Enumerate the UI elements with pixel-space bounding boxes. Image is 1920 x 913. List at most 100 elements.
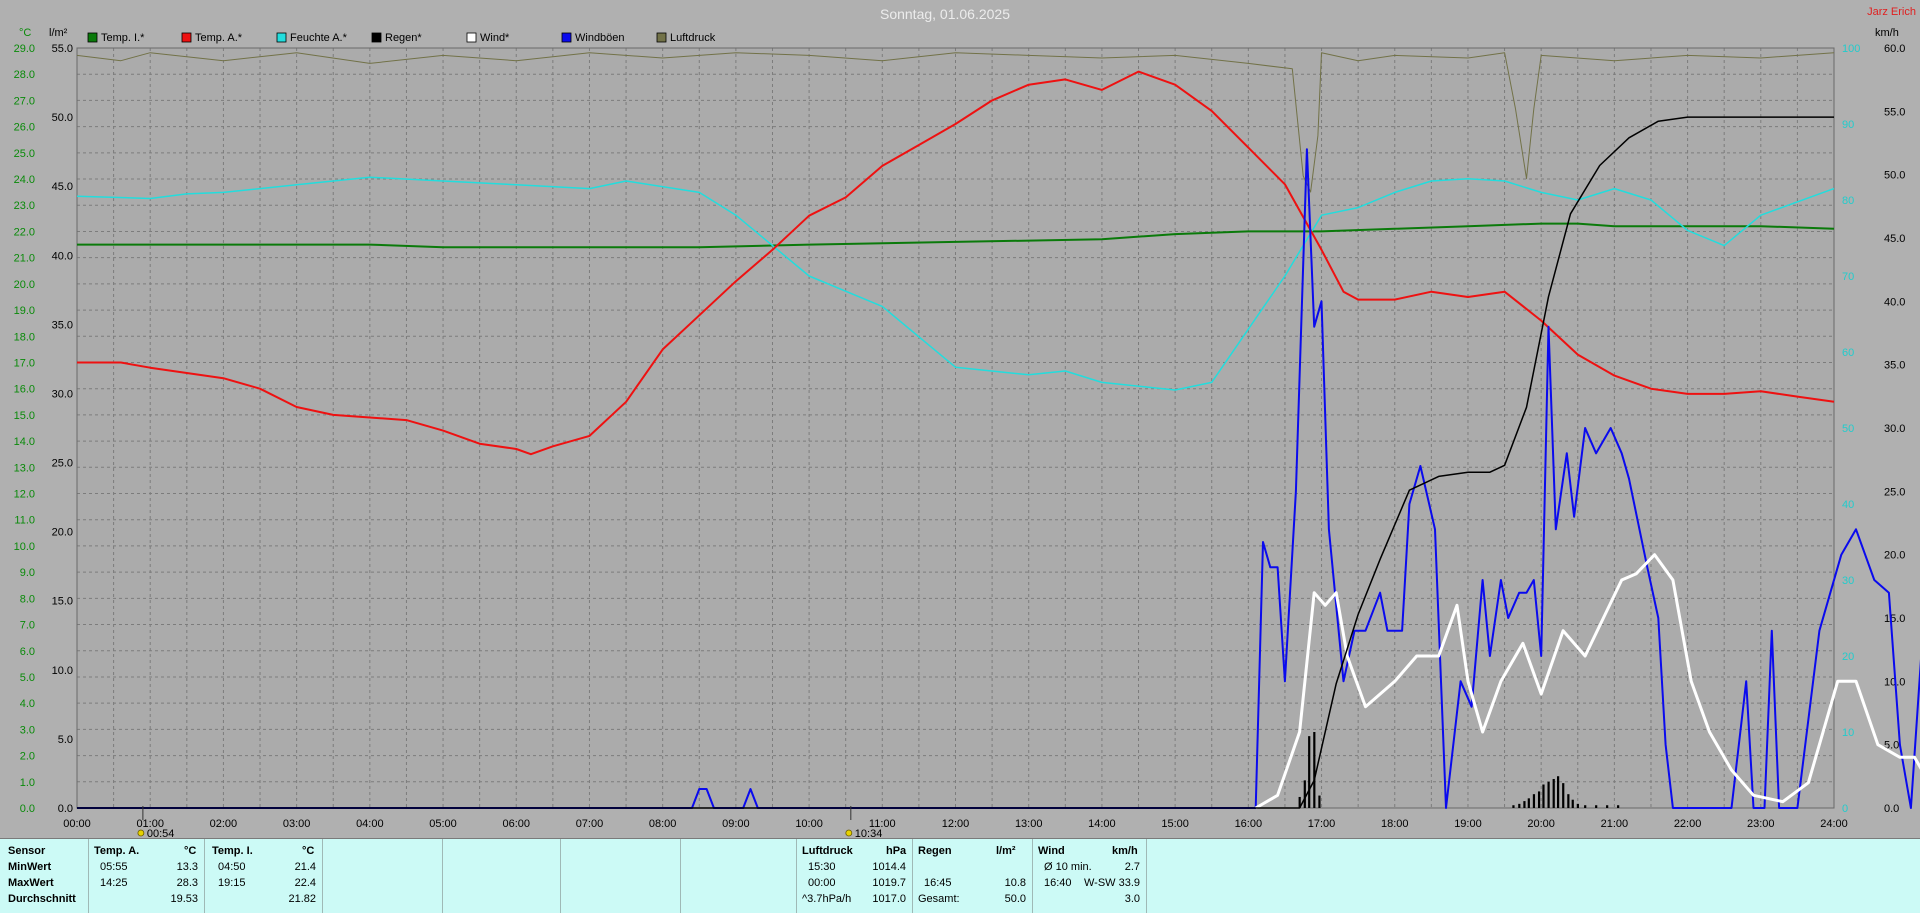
pressure-min-value: 1014.4 bbox=[872, 861, 906, 873]
temp-outside-unit: °C bbox=[184, 845, 197, 857]
rain-title: Regen bbox=[918, 845, 952, 857]
rain-bar bbox=[1617, 805, 1620, 808]
rain-bar bbox=[1567, 794, 1570, 808]
temp-tick-label: 29.0 bbox=[14, 43, 35, 55]
empty-section-3 bbox=[560, 839, 681, 913]
humidity-tick-label: 60 bbox=[1842, 347, 1854, 359]
wind-avg-value: 3.0 bbox=[1124, 893, 1140, 905]
pressure-unit: hPa bbox=[886, 845, 907, 857]
temp-tick-label: 7.0 bbox=[20, 620, 35, 632]
wind-tick-label: 25.0 bbox=[1884, 486, 1905, 498]
statistics-panel: Sensor MinWert MaxWert Durchschnitt Temp… bbox=[0, 838, 1920, 913]
time-tick-label: 04:00 bbox=[356, 818, 384, 830]
rain-tick-label: 10.0 bbox=[52, 665, 73, 677]
temp-tick-label: 8.0 bbox=[20, 593, 35, 605]
legend-swatch bbox=[181, 32, 192, 43]
time-tick-label: 08:00 bbox=[649, 818, 677, 830]
temp-tick-label: 18.0 bbox=[14, 331, 35, 343]
wind-max-value: W-SW 33.9 bbox=[1083, 877, 1140, 889]
time-tick-label: 05:00 bbox=[429, 818, 457, 830]
temp-tick-label: 20.0 bbox=[14, 279, 35, 291]
time-tick-label: 12:00 bbox=[942, 818, 970, 830]
temp-tick-label: 22.0 bbox=[14, 226, 35, 238]
wind-tick-label: 55.0 bbox=[1884, 106, 1905, 118]
rain-bar bbox=[1537, 791, 1541, 808]
rain-bar bbox=[1547, 781, 1550, 808]
temp-tick-label: 12.0 bbox=[14, 489, 35, 501]
legend-swatch bbox=[466, 32, 477, 43]
temp-tick-label: 19.0 bbox=[14, 305, 35, 317]
temp-tick-label: 14.0 bbox=[14, 436, 35, 448]
humidity-tick-label: 50 bbox=[1842, 423, 1854, 435]
rain-bar bbox=[1318, 795, 1321, 808]
temp-tick-label: 11.0 bbox=[14, 515, 35, 527]
time-axis-ticks: 00:00 01:00 02:00 03:00 04:00 05:00 06:00 07:00… bbox=[63, 818, 1848, 830]
humidity-tick-label: 80 bbox=[1842, 195, 1854, 207]
temp-outside-min-value: 13.3 bbox=[176, 861, 198, 873]
empty-section-2 bbox=[442, 839, 561, 913]
legend-swatch bbox=[656, 32, 667, 43]
legend-label: Feuchte A.* bbox=[290, 32, 348, 44]
pressure-min-time: 15:30 bbox=[808, 861, 836, 873]
rain-unit: l/m² bbox=[996, 845, 1016, 857]
event-marker-icon bbox=[845, 829, 853, 837]
humidity-tick-label: 70 bbox=[1842, 271, 1854, 283]
rain-bar bbox=[1523, 801, 1526, 808]
chart-title: Sonntag, 01.06.2025 bbox=[880, 6, 1010, 22]
rain-section: Regen l/m² 16:45 10.8 Gesamt: 50.0 bbox=[912, 839, 1033, 913]
wind-tick-label: 15.0 bbox=[1884, 613, 1905, 625]
wind-tick-label: 30.0 bbox=[1884, 423, 1905, 435]
temp-tick-label: 1.0 bbox=[20, 777, 35, 789]
event-marker-label: 00:54 bbox=[147, 828, 175, 838]
temp-unit-label: °C bbox=[19, 27, 31, 39]
temp-outside-max-time: 14:25 bbox=[100, 877, 128, 889]
time-tick-label: 22:00 bbox=[1674, 818, 1702, 830]
rain-bar bbox=[1308, 736, 1311, 808]
legend-swatch bbox=[87, 32, 98, 43]
temp-inside-min-time: 04:50 bbox=[218, 861, 246, 873]
rain-tick-label: 5.0 bbox=[58, 734, 73, 746]
temp-tick-label: 2.0 bbox=[20, 751, 35, 763]
rain-bar bbox=[1584, 805, 1587, 808]
time-tick-label: 16:00 bbox=[1235, 818, 1263, 830]
max-row-label: MaxWert bbox=[8, 877, 54, 889]
wind-axis-ticks: 0.05.010.015.020.025.030.035.040.045.050… bbox=[1884, 43, 1905, 815]
rain-bar bbox=[1552, 778, 1555, 808]
legend-label: Temp. A.* bbox=[195, 32, 243, 44]
wind-section: Wind km/h Ø 10 min. 2.7 16:40 W-SW 33.9 … bbox=[1032, 839, 1147, 913]
rain-bar bbox=[1532, 794, 1536, 808]
temp-axis-ticks: 0.0 1.0 2.0 3.0 4.0 5.0 6.0 7.0 8.0 9.0 10.0 11.0 12… bbox=[14, 43, 35, 815]
temp-inside-avg-value: 21.82 bbox=[288, 893, 316, 905]
temp-tick-label: 4.0 bbox=[20, 698, 35, 710]
time-tick-label: 09:00 bbox=[722, 818, 750, 830]
pressure-max-time: 00:00 bbox=[808, 877, 836, 889]
rain-tick-label: 30.0 bbox=[52, 388, 73, 400]
rain-tick-label: 45.0 bbox=[52, 181, 73, 193]
time-tick-label: 10:00 bbox=[795, 818, 823, 830]
rain-bar bbox=[1527, 798, 1530, 808]
rain-bar bbox=[1518, 803, 1521, 808]
temp-inside-section: Temp. I. °C 04:50 21.4 19:15 22.4 21.82 bbox=[204, 839, 323, 913]
temp-outside-max-value: 28.3 bbox=[176, 877, 198, 889]
temp-outside-min-time: 05:55 bbox=[100, 861, 128, 873]
rain-tick-label: 0.0 bbox=[58, 803, 73, 815]
rain-tick-label: 40.0 bbox=[52, 250, 73, 262]
temp-tick-label: 28.0 bbox=[14, 69, 35, 81]
min-row-label: MinWert bbox=[8, 861, 52, 873]
legend-label: Temp. I.* bbox=[101, 32, 145, 44]
temp-tick-label: 13.0 bbox=[14, 462, 35, 474]
rain-bar bbox=[1542, 784, 1545, 808]
temp-inside-max-time: 19:15 bbox=[218, 877, 246, 889]
rain-tick-label: 50.0 bbox=[52, 112, 73, 124]
rain-tick-label: 15.0 bbox=[52, 596, 73, 608]
rain-total-label: Gesamt: bbox=[918, 893, 960, 905]
temp-inside-title: Temp. I. bbox=[212, 845, 253, 857]
temp-outside-title: Temp. A. bbox=[94, 845, 140, 857]
time-tick-label: 13:00 bbox=[1015, 818, 1043, 830]
time-tick-label: 07:00 bbox=[576, 818, 604, 830]
wind-avg10-value: 2.7 bbox=[1124, 861, 1140, 873]
time-tick-label: 18:00 bbox=[1381, 818, 1409, 830]
temp-tick-label: 16.0 bbox=[14, 384, 35, 396]
temp-tick-label: 5.0 bbox=[20, 672, 35, 684]
rain-bar bbox=[1571, 799, 1574, 808]
